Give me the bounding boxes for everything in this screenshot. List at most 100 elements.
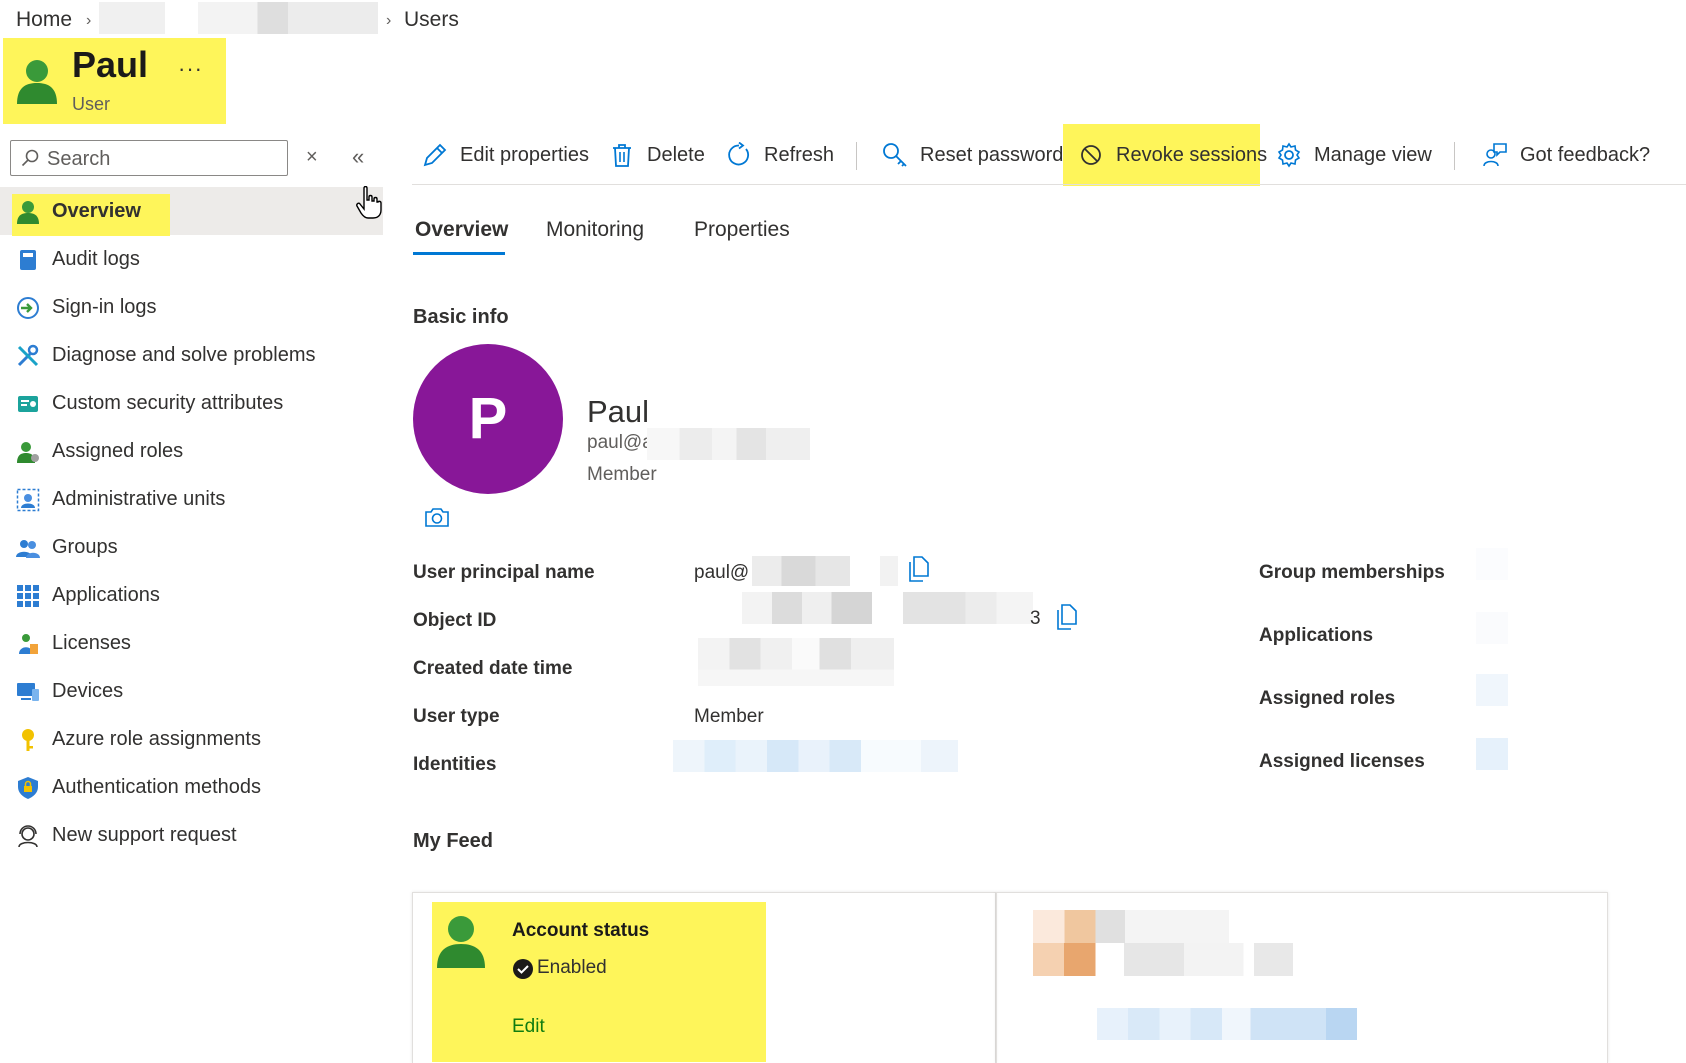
more-options-button[interactable]: ··· xyxy=(178,56,203,82)
admin-units-icon xyxy=(16,488,40,512)
toolbar-label: Manage view xyxy=(1314,144,1432,166)
sidebar-item-devices[interactable]: Devices xyxy=(0,670,383,714)
redacted-feed-content xyxy=(1033,943,1293,976)
groups-icon xyxy=(16,540,40,558)
sidebar-item-label: Applications xyxy=(52,584,160,606)
tab-monitoring[interactable]: Monitoring xyxy=(546,218,644,242)
account-status-value: Enabled xyxy=(537,957,607,978)
sidebar-item-new-support-request[interactable]: New support request xyxy=(0,814,383,858)
sidebar-item-authentication-methods[interactable]: Authentication methods xyxy=(0,766,383,810)
refresh-button[interactable]: Refresh xyxy=(726,134,836,174)
got-feedback-button[interactable]: Got feedback? xyxy=(1482,134,1662,174)
sidebar-item-licenses[interactable]: Licenses xyxy=(0,622,383,666)
sidebar-item-label: Authentication methods xyxy=(52,776,262,798)
redacted-feed-content xyxy=(1097,1008,1357,1040)
sidebar-item-label: Audit logs xyxy=(52,248,140,270)
sidebar-item-label: Assigned roles xyxy=(52,440,184,462)
wrench-icon xyxy=(17,344,39,367)
identities-label: Identities xyxy=(413,754,497,775)
sidebar-item-sign-in-logs[interactable]: Sign-in logs xyxy=(0,286,383,330)
sidebar-item-applications[interactable]: Applications xyxy=(0,574,383,618)
assigned-licenses-label: Assigned licenses xyxy=(1259,751,1425,772)
manage-view-button[interactable]: Manage view xyxy=(1276,134,1436,174)
apps-grid-icon xyxy=(17,585,39,607)
search-box[interactable] xyxy=(10,140,288,176)
user-type-label: User type xyxy=(413,706,500,727)
page-title: Paul xyxy=(72,44,149,85)
attributes-icon xyxy=(18,396,38,412)
account-status-title: Account status xyxy=(512,920,650,941)
created-date-label: Created date time xyxy=(413,658,573,679)
redacted-created-date xyxy=(698,638,894,686)
sidebar-item-groups[interactable]: Groups xyxy=(0,526,383,570)
collapse-sidebar-icon[interactable]: « xyxy=(352,144,364,170)
redacted-email xyxy=(647,428,810,460)
toolbar-label: Reset password xyxy=(920,144,1064,166)
profile-name: Paul xyxy=(587,394,650,429)
object-id-tail: 3 xyxy=(1030,608,1041,629)
redacted-upn xyxy=(880,556,898,586)
clear-search-icon[interactable]: × xyxy=(306,146,318,169)
basic-info-heading: Basic info xyxy=(413,306,509,328)
delete-button[interactable]: Delete xyxy=(609,134,705,174)
redacted-count[interactable] xyxy=(1476,612,1508,644)
sidebar-item-label: New support request xyxy=(52,824,237,846)
toolbar-divider xyxy=(856,142,857,170)
copy-icon[interactable] xyxy=(907,556,931,582)
page-subtitle: User xyxy=(72,94,111,114)
redacted-upn xyxy=(752,556,850,586)
toolbar-divider xyxy=(1454,142,1455,170)
revoke-sessions-button[interactable]: Revoke sessions xyxy=(1078,134,1267,174)
upn-label: User principal name xyxy=(413,562,595,583)
redacted-count[interactable] xyxy=(1476,674,1508,706)
my-feed-heading: My Feed xyxy=(413,830,494,852)
object-id-label: Object ID xyxy=(413,610,497,631)
camera-icon[interactable] xyxy=(424,506,450,528)
redacted-object-id xyxy=(742,592,872,624)
sign-in-icon xyxy=(17,297,39,319)
tab-overview[interactable]: Overview xyxy=(415,218,508,242)
search-icon xyxy=(21,149,39,167)
sidebar-item-label: Sign-in logs xyxy=(52,296,157,318)
reset-password-button[interactable]: Reset password xyxy=(882,134,1063,174)
check-circle-icon xyxy=(513,959,533,979)
sidebar-item-admin-units[interactable]: Administrative units xyxy=(0,478,383,522)
chevron-right-icon: › xyxy=(386,12,392,29)
search-input[interactable] xyxy=(45,145,279,173)
redacted-identities[interactable] xyxy=(673,740,958,772)
sidebar-item-audit-logs[interactable]: Audit logs xyxy=(0,238,383,282)
trash-icon xyxy=(613,144,631,167)
refresh-icon xyxy=(728,142,749,166)
hand-cursor-icon xyxy=(356,186,382,219)
user-icon xyxy=(437,916,485,968)
tab-properties[interactable]: Properties xyxy=(694,218,790,242)
redacted-breadcrumb xyxy=(99,2,165,34)
feedback-icon xyxy=(1483,143,1507,167)
toolbar-border xyxy=(412,184,1686,185)
breadcrumb-users[interactable]: Users xyxy=(404,8,459,32)
sidebar-item-assigned-roles[interactable]: Assigned roles xyxy=(0,430,383,474)
redacted-count[interactable] xyxy=(1476,738,1508,770)
sidebar-item-label: Administrative units xyxy=(52,488,226,510)
sidebar-item-overview[interactable]: Overview xyxy=(0,190,383,234)
sidebar-item-label: Custom security attributes xyxy=(52,392,284,414)
pencil-icon xyxy=(423,143,447,167)
sidebar-item-custom-security[interactable]: Custom security attributes xyxy=(0,382,383,426)
sidebar-item-diagnose[interactable]: Diagnose and solve problems xyxy=(0,334,383,378)
account-status-edit-link[interactable]: Edit xyxy=(512,1016,545,1038)
breadcrumb-home[interactable]: Home xyxy=(16,8,72,32)
assigned-roles-label: Assigned roles xyxy=(1259,688,1396,709)
redacted-count[interactable] xyxy=(1476,548,1508,580)
sidebar-item-azure-role-assignments[interactable]: Azure role assignments xyxy=(0,718,383,762)
avatar: P xyxy=(413,344,563,494)
toolbar-label: Refresh xyxy=(764,144,835,166)
applications-label: Applications xyxy=(1259,625,1374,646)
edit-properties-button[interactable]: Edit properties xyxy=(422,134,594,174)
copy-icon[interactable] xyxy=(1055,604,1079,630)
chevron-right-icon: › xyxy=(86,12,92,29)
block-icon xyxy=(1081,145,1101,165)
avatar-letter: P xyxy=(468,386,508,451)
profile-member-type: Member xyxy=(587,464,657,485)
redacted-breadcrumb xyxy=(198,2,378,34)
sidebar-item-label: Diagnose and solve problems xyxy=(52,344,316,366)
